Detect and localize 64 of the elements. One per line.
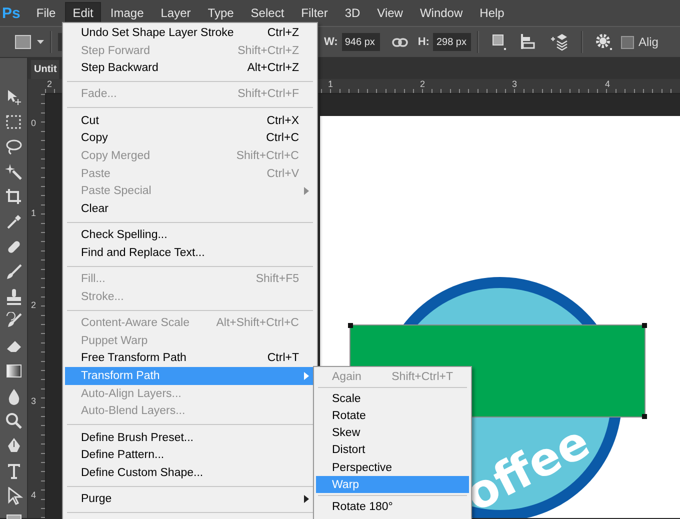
caret-icon[interactable] (37, 40, 44, 44)
menu-item[interactable]: Define Custom Shape... (65, 464, 315, 482)
submenu-arrow-icon (304, 187, 309, 196)
menu-item[interactable]: Purge (65, 490, 315, 508)
menu-bar-item[interactable]: Help (472, 2, 512, 24)
marquee-icon[interactable] (4, 113, 22, 132)
menu-bar-item[interactable]: Filter (293, 2, 336, 24)
menu-item[interactable]: Define Pattern... (65, 446, 315, 464)
brush-icon[interactable] (4, 262, 22, 281)
menu-item[interactable]: Copy Ctrl+C (65, 129, 315, 148)
menu-bar-item[interactable]: File (28, 2, 64, 24)
stamp-icon[interactable] (4, 288, 22, 306)
wand-icon[interactable] (4, 163, 22, 182)
ruler-label: 4 (31, 490, 36, 500)
path-alignment-icon[interactable] (519, 33, 538, 51)
menu-bar-item[interactable]: 3D (336, 2, 368, 24)
menu-bar-item[interactable]: Edit (64, 2, 102, 24)
menu-item[interactable]: Clear (65, 200, 315, 218)
ruler-label: 2 (420, 79, 426, 90)
lasso-icon[interactable] (4, 138, 22, 156)
crop-icon[interactable] (4, 188, 22, 206)
ruler-label: 3 (512, 79, 518, 90)
submenu-arrow-icon (304, 495, 309, 504)
corner-handle[interactable] (642, 414, 647, 419)
menu-bar-item[interactable]: Layer (152, 2, 199, 24)
ruler-label: 3 (31, 396, 36, 406)
menu-bar-item[interactable]: Window (412, 2, 471, 24)
menu-item[interactable]: Cut Ctrl+X (65, 112, 315, 130)
menu-item[interactable]: Free Transform Path Ctrl+T (65, 350, 315, 368)
menu-item[interactable]: Find and Replace Text... (65, 244, 315, 262)
gradient-icon[interactable] (4, 362, 22, 380)
menu-item[interactable]: Check Spelling... (65, 226, 315, 244)
link-icon[interactable] (392, 38, 408, 46)
menu-item[interactable]: Scale (316, 390, 469, 408)
menu-bar-item[interactable]: Image (102, 2, 152, 24)
menu-item[interactable]: Define Brush Preset... (65, 428, 315, 446)
ruler-label: 0 (31, 118, 36, 128)
path-operations-icon[interactable] (491, 33, 508, 51)
width-field[interactable]: 946 px (342, 33, 380, 51)
menu-item[interactable]: Step Backward Alt+Ctrl+Z (65, 59, 315, 78)
height-label: H: (418, 36, 430, 48)
menu-bar-item[interactable]: Select (242, 2, 292, 24)
document-tab[interactable]: Untit (31, 60, 59, 80)
ruler-label: 4 (605, 79, 610, 90)
app-logo: Ps (2, 4, 20, 22)
eyedropper-icon[interactable] (4, 212, 22, 231)
layers-icon[interactable] (549, 33, 570, 51)
settings-icon[interactable] (595, 33, 614, 51)
submenu-arrow-icon (304, 372, 309, 380)
height-field[interactable]: 298 px (433, 33, 472, 51)
menu-bar-item[interactable]: Type (200, 2, 242, 24)
shape-swatch[interactable] (15, 35, 31, 49)
checkbox-label: Alig (638, 35, 658, 49)
checkbox[interactable] (621, 36, 634, 48)
ruler-label: 2 (47, 79, 52, 90)
menu-bar-item[interactable]: View (369, 2, 411, 24)
corner-handle[interactable] (642, 323, 647, 328)
zoom-icon[interactable] (4, 412, 22, 430)
ruler-label: 1 (31, 208, 36, 218)
ruler-label: 2 (31, 300, 36, 310)
ruler-label: 1 (328, 79, 334, 90)
width-label: W: (324, 36, 338, 48)
menu-item[interactable]: Undo Set Shape Layer Stroke Ctrl+Z (65, 24, 315, 42)
corner-handle[interactable] (348, 323, 353, 328)
